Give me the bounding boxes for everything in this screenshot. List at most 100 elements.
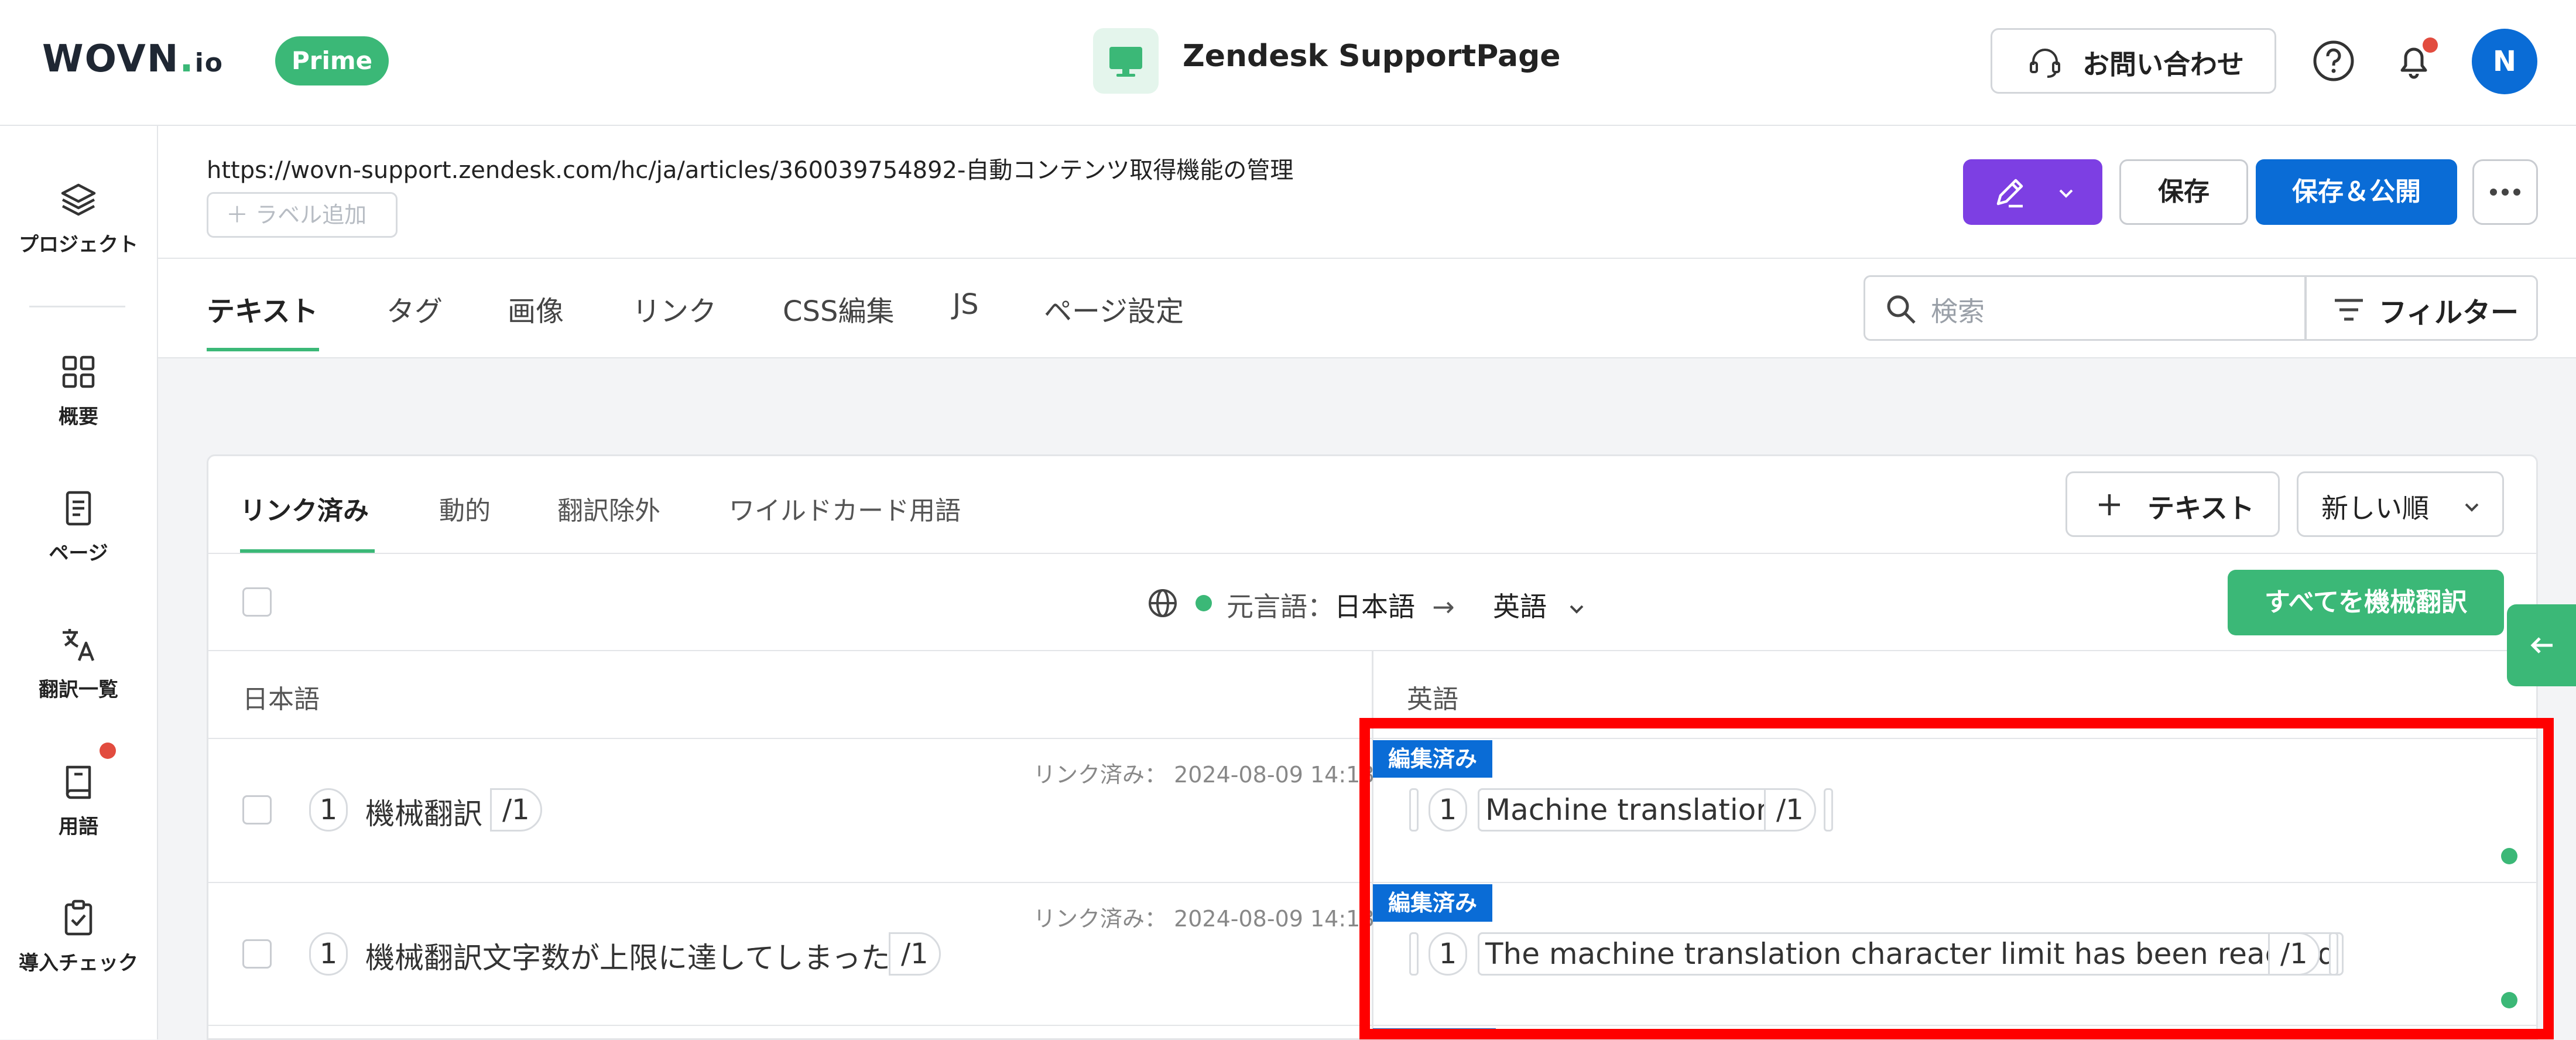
linked-timestamp: リンク済み： 2024-08-09 14:18 xyxy=(1033,906,1375,932)
wovn-logo[interactable]: WOVN.io xyxy=(42,37,224,81)
sidebar-item-label: プロジェクト xyxy=(19,233,138,256)
sidebar-item-translations[interactable]: 翻訳一覧 xyxy=(0,624,157,702)
row-checkbox[interactable] xyxy=(242,795,272,825)
source-language-name: 日本語 xyxy=(1334,591,1415,622)
save-and-publish-button[interactable]: 保存＆公開 xyxy=(2256,159,2457,225)
chevron-down-icon xyxy=(2059,189,2073,198)
sort-label[interactable]: 新しい順 xyxy=(2321,487,2429,526)
segment-start-bar xyxy=(1409,932,1419,976)
segment-index: 1 xyxy=(309,788,348,832)
document-icon xyxy=(66,491,91,526)
glossary-notification-dot xyxy=(100,743,116,759)
sidebar-item-label: ページ xyxy=(49,542,108,565)
source-text[interactable]: 機械翻訳文字数が上限に達してしまった xyxy=(365,935,890,977)
edit-mode-button[interactable] xyxy=(1963,159,2102,225)
filter-lines-icon xyxy=(2335,299,2363,321)
source-text[interactable]: 機械翻訳 xyxy=(365,791,482,833)
language-status-dot xyxy=(1195,595,1212,611)
edited-badge: 編集済み xyxy=(1373,740,1493,778)
subtab-linked[interactable]: リンク済み xyxy=(240,490,369,527)
segment-index: 1 xyxy=(1429,932,1467,976)
sidebar-item-project[interactable]: プロジェクト xyxy=(0,179,157,257)
source-language: 元言語：日本語 → xyxy=(1227,586,1455,624)
row-checkbox[interactable] xyxy=(242,939,272,969)
tab-images[interactable]: 画像 xyxy=(508,288,564,329)
add-label-button[interactable]: ＋ ラベル追加 xyxy=(207,192,398,238)
tab-page-settings[interactable]: ページ設定 xyxy=(1044,288,1184,329)
headset-icon xyxy=(2030,49,2060,78)
column-divider xyxy=(1372,651,1373,1039)
logo-suffix: io xyxy=(194,48,224,78)
segment-index: 1 xyxy=(309,932,348,976)
subtab-excluded[interactable]: 翻訳除外 xyxy=(557,490,660,527)
grid-icon xyxy=(62,355,95,388)
monitor-icon xyxy=(1109,47,1142,77)
linked-timestamp: リンク済み： 2024-08-09 14:18 xyxy=(1033,762,1375,788)
project-name[interactable]: Zendesk SupportPage xyxy=(1183,39,1561,74)
column-header-source: 日本語 xyxy=(242,685,320,714)
collapse-panel-tab[interactable] xyxy=(2507,604,2576,686)
search-input[interactable] xyxy=(1864,275,2306,341)
logo-main: WOVN xyxy=(42,37,180,81)
save-button[interactable]: 保存 xyxy=(2119,159,2248,225)
layers-icon xyxy=(61,183,96,216)
select-all-checkbox[interactable] xyxy=(242,587,272,617)
segment-index: 1 xyxy=(1429,788,1467,832)
sidebar-item-label: 翻訳一覧 xyxy=(39,678,118,702)
target-language-name: 英語 xyxy=(1493,591,1547,622)
sidebar-item-label: 導入チェック xyxy=(19,952,138,975)
row-status-dot xyxy=(2501,992,2517,1008)
subtab-divider xyxy=(208,553,2536,554)
language-arrow: → xyxy=(1432,591,1455,622)
add-text-label[interactable]: テキスト xyxy=(2147,487,2255,526)
next-row-badge-edge xyxy=(1373,1028,1496,1039)
segment-end-tag: /1 xyxy=(2268,932,2320,976)
sidebar-item-label: 概要 xyxy=(59,405,98,429)
segment-end-bar xyxy=(1824,788,1833,832)
arrow-left-icon xyxy=(2530,637,2553,654)
segment-end-tag: /1 xyxy=(889,932,941,976)
pencil-icon xyxy=(1996,179,2023,208)
more-horizontal-icon xyxy=(2490,189,2520,196)
sidebar-item-glossary[interactable]: 用語 xyxy=(0,761,157,839)
row-divider xyxy=(208,882,2536,883)
sidebar-item-label: 用語 xyxy=(59,815,98,839)
active-tab-indicator xyxy=(207,348,319,351)
segment-end-tag: /1 xyxy=(1764,788,1816,832)
filter-label[interactable]: フィルター xyxy=(2379,289,2519,330)
add-label-text: ラベル追加 xyxy=(255,202,367,228)
more-options-button[interactable] xyxy=(2472,159,2538,225)
plan-badge: Prime xyxy=(275,36,389,85)
plus-icon xyxy=(2099,494,2120,515)
tab-text[interactable]: テキスト xyxy=(207,288,318,329)
chevron-down-icon xyxy=(1570,605,1584,614)
tab-links[interactable]: リンク xyxy=(632,288,717,329)
avatar[interactable]: N xyxy=(2472,29,2537,94)
tab-css[interactable]: CSS編集 xyxy=(783,288,894,329)
search-icon xyxy=(1887,295,1916,324)
sidebar-item-pages[interactable]: ページ xyxy=(0,488,157,566)
notification-dot xyxy=(2423,37,2438,53)
machine-translate-all-button[interactable]: すべてを機械翻訳 xyxy=(2228,570,2504,635)
sidebar-item-setup-check[interactable]: 導入チェック xyxy=(0,898,157,976)
subtab-dynamic[interactable]: 動的 xyxy=(439,490,491,527)
target-language-select[interactable]: 英語 xyxy=(1493,586,1584,624)
page-url: https://wovn-support.zendesk.com/hc/ja/a… xyxy=(207,157,1294,184)
translation-text[interactable]: Machine translation xyxy=(1478,788,1783,832)
sidebar-divider xyxy=(29,306,125,307)
search-placeholder: 検索 xyxy=(1931,296,1985,327)
book-icon xyxy=(66,765,91,799)
sidebar-item-overview[interactable]: 概要 xyxy=(0,351,157,429)
tab-js[interactable]: JS xyxy=(953,288,979,321)
logo-dot: . xyxy=(179,37,195,81)
translation-text[interactable]: The machine translation character limit … xyxy=(1478,932,2344,976)
tab-tags[interactable]: タグ xyxy=(386,288,443,329)
row-status-dot xyxy=(2501,848,2517,864)
subtab-wildcard[interactable]: ワイルドカード用語 xyxy=(729,490,961,527)
globe-icon xyxy=(1149,589,1177,617)
clipboard-check-icon xyxy=(64,899,93,936)
translate-icon xyxy=(63,629,95,661)
edited-badge: 編集済み xyxy=(1373,884,1493,922)
question-circle-icon[interactable] xyxy=(2311,39,2356,83)
contact-label[interactable]: お問い合わせ xyxy=(2082,43,2244,82)
